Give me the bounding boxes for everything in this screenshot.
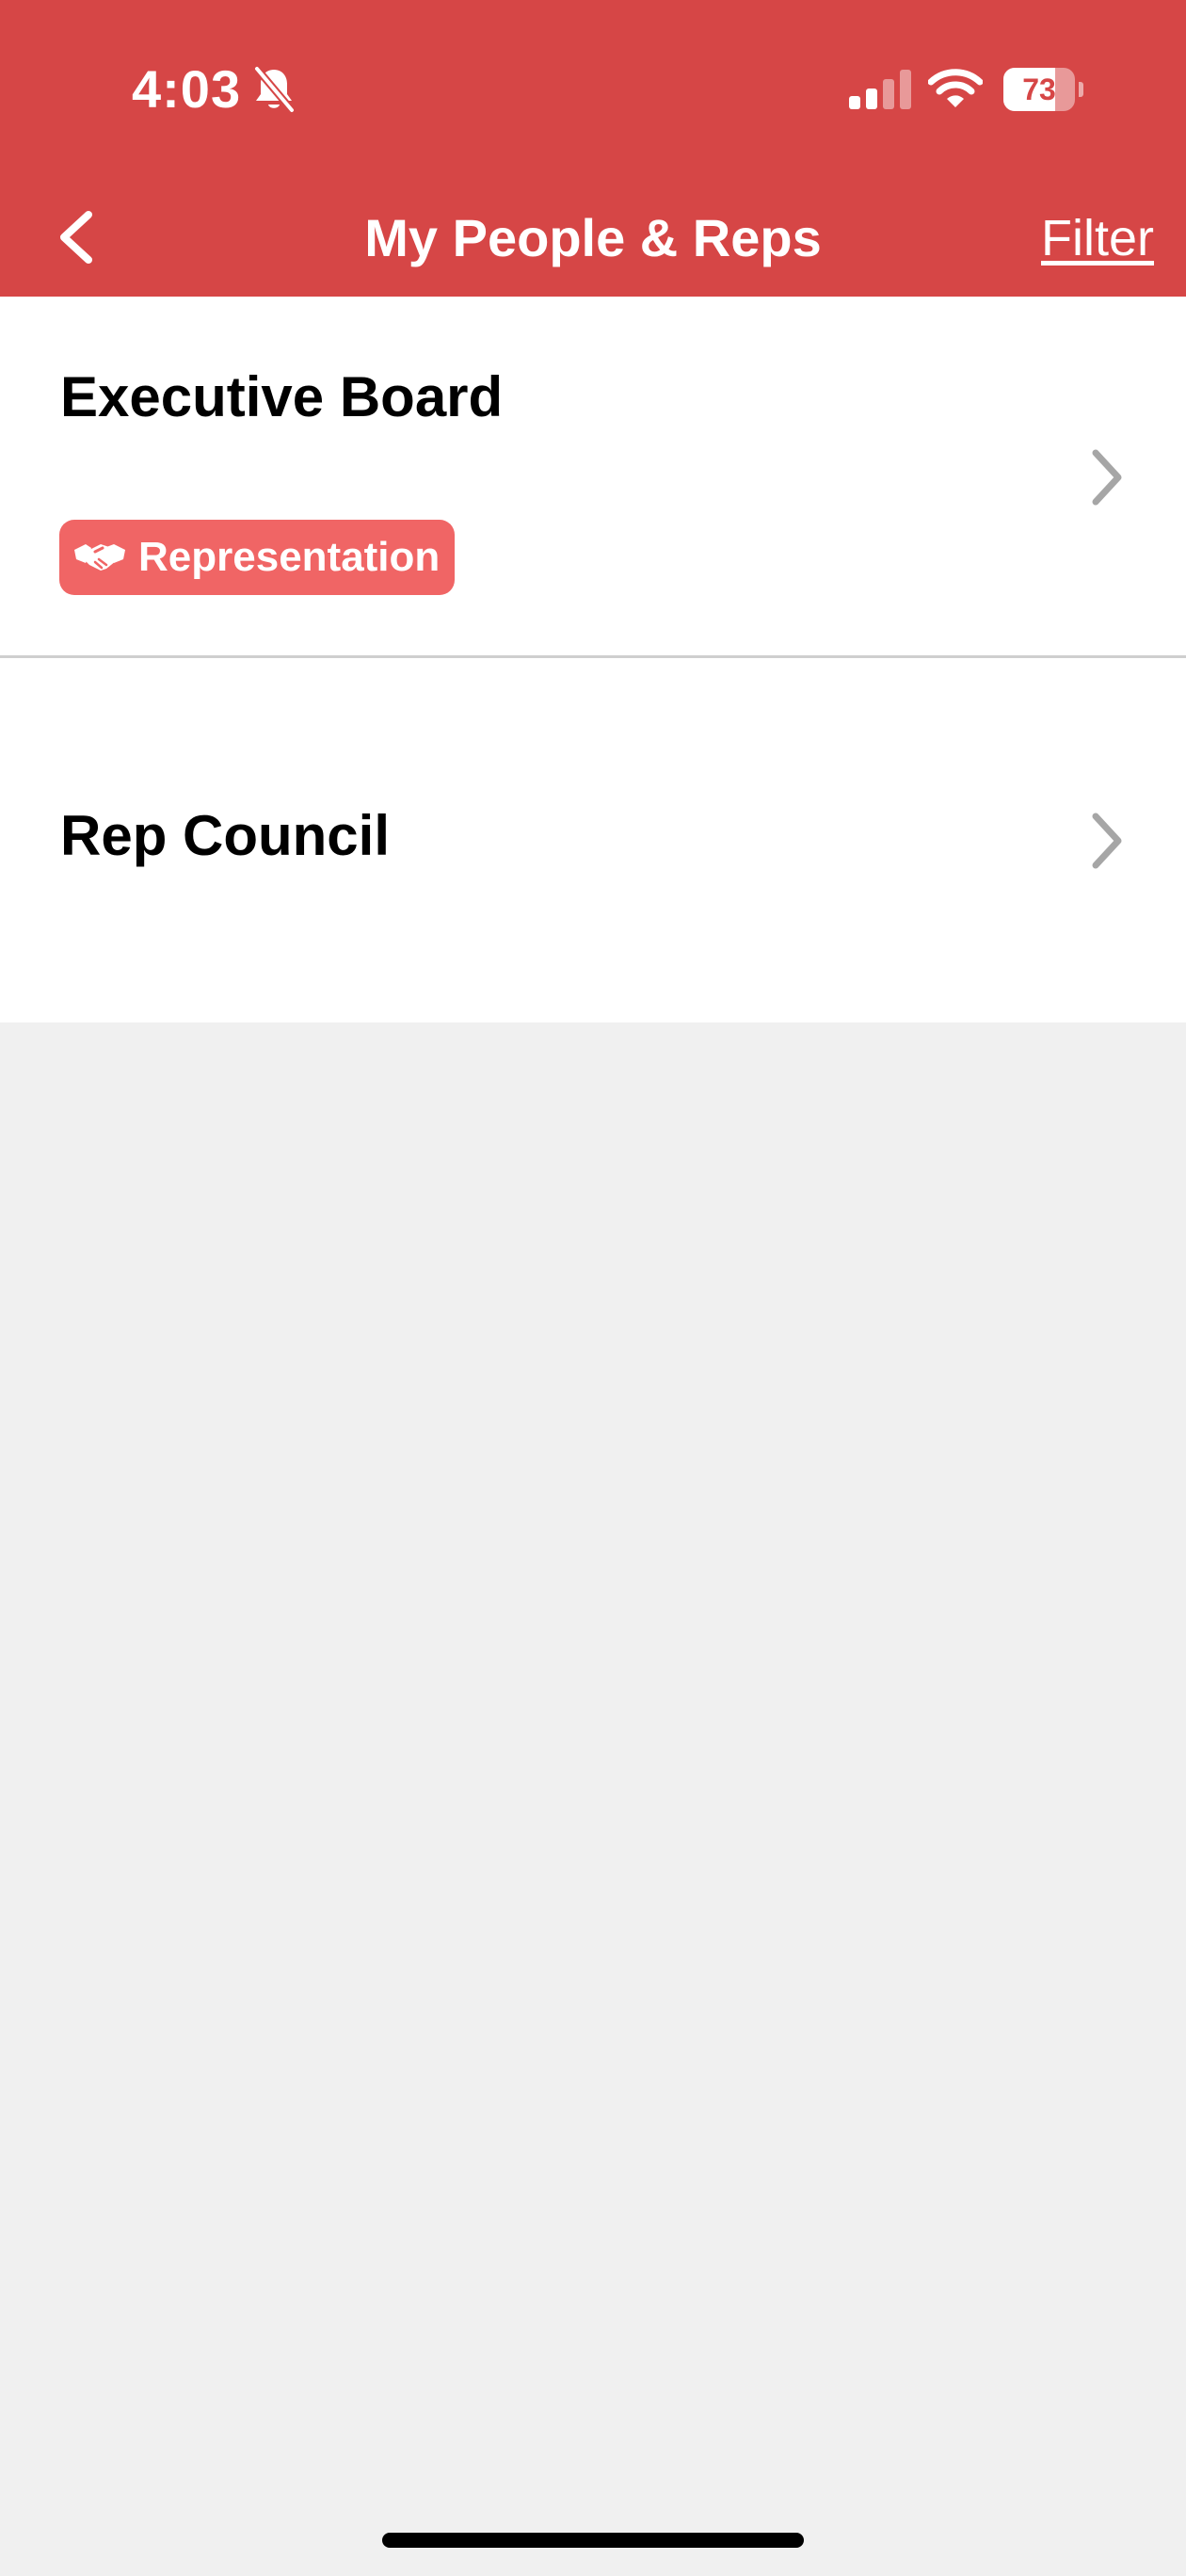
list-item-rep-council[interactable]: Rep Council <box>0 658 1186 1022</box>
app-header: 4:03 73 My People & Reps Filter <box>0 0 1186 297</box>
list-item-executive-board[interactable]: Executive Board Representation <box>0 297 1186 658</box>
handshake-icon <box>74 544 125 571</box>
page-title: My People & Reps <box>364 208 822 267</box>
home-indicator[interactable] <box>382 2533 804 2548</box>
wifi-icon <box>928 69 983 107</box>
cellular-signal-icon <box>849 70 911 109</box>
chevron-right-icon <box>1092 449 1122 506</box>
back-button[interactable] <box>49 200 105 275</box>
filter-button[interactable]: Filter <box>1041 205 1154 271</box>
list-item-title: Executive Board <box>60 365 504 428</box>
chevron-right-icon <box>1092 813 1122 869</box>
list-item-title: Rep Council <box>60 804 391 867</box>
status-time: 4:03 <box>132 59 242 119</box>
battery-indicator: 73 <box>1003 68 1083 111</box>
representation-badge: Representation <box>59 520 456 595</box>
battery-cap <box>1079 82 1083 97</box>
bell-slash-icon <box>253 66 296 113</box>
tag-label: Representation <box>138 534 441 580</box>
battery-level-text: 73 <box>1022 72 1056 106</box>
group-list: Executive Board Representation Rep Counc… <box>0 297 1186 1022</box>
battery-body: 73 <box>1003 68 1075 111</box>
